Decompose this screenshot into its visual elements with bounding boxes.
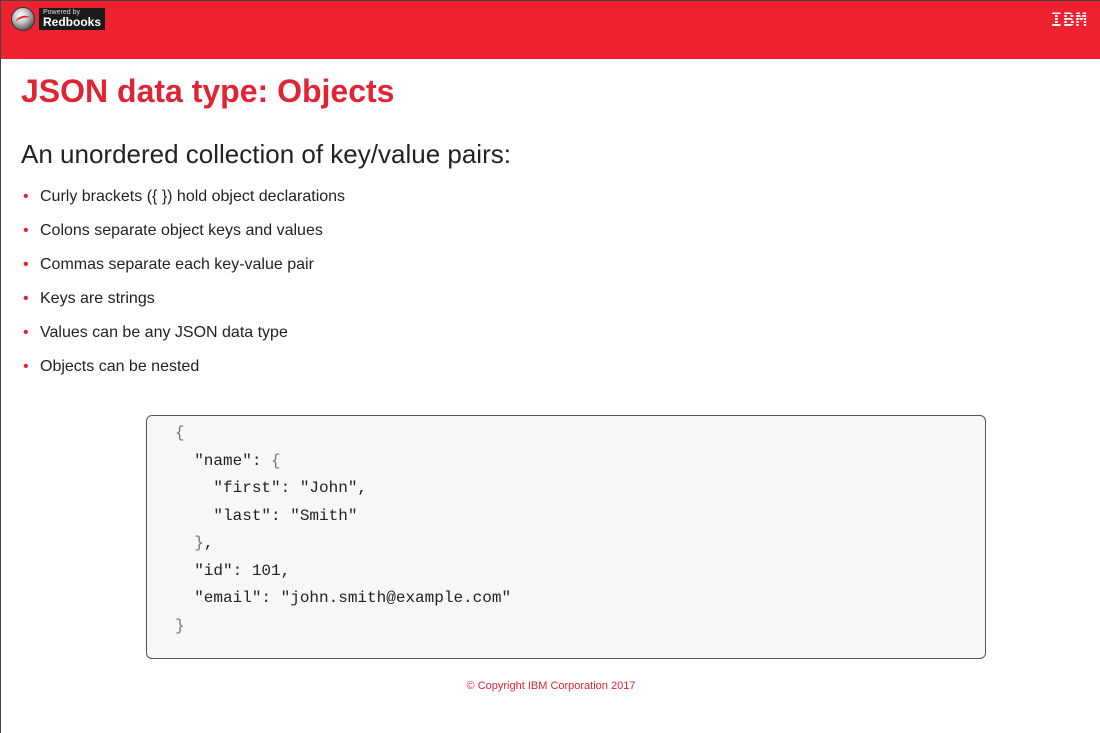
code-line: "email": "john.smith@example.com"	[175, 587, 985, 615]
bullet-item: • Values can be any JSON data type	[21, 323, 345, 357]
bullet-dot-icon: •	[23, 358, 29, 375]
bullet-dot-icon: •	[23, 222, 29, 239]
redbooks-wordmark: Powered by Redbooks	[39, 8, 106, 30]
bullet-text: Commas separate each key-value pair	[40, 256, 314, 273]
bullet-dot-icon: •	[23, 290, 29, 307]
bullet-item: • Curly brackets ({ }) hold object declar…	[21, 187, 345, 221]
ibm-logo: IBM	[1050, 9, 1088, 31]
code-text: "last": "Smith"	[213, 506, 358, 525]
code-brace: }	[194, 534, 204, 552]
bullet-text: Objects can be nested	[40, 358, 200, 375]
bullet-item: • Keys are strings	[21, 289, 345, 323]
bullet-text: Values can be any JSON data type	[40, 324, 288, 341]
code-line: },	[175, 532, 985, 560]
code-brace: {	[175, 424, 185, 442]
code-brace: }	[175, 616, 185, 635]
logo-redbooks: Redbooks	[43, 15, 102, 29]
code-line: "first": "John",	[175, 477, 985, 505]
bullet-text: Colons separate object keys and values	[40, 222, 323, 239]
bullet-text: Keys are strings	[40, 290, 155, 307]
json-code-example: { "name": { "first": "John", "last": "Sm…	[146, 415, 986, 659]
bullet-item: • Colons separate object keys and values	[21, 221, 345, 255]
code-text: "name":	[194, 451, 272, 470]
redbooks-logo: Powered by Redbooks	[11, 7, 106, 31]
header-bar: Powered by Redbooks IBM	[1, 1, 1100, 59]
slide-title: JSON data type: Objects	[21, 73, 395, 109]
copyright-footer: © Copyright IBM Corporation 2017	[466, 680, 636, 692]
bullet-dot-icon: •	[23, 324, 29, 341]
code-line: {	[175, 422, 985, 450]
code-line: "last": "Smith"	[175, 505, 985, 533]
code-text: "id": 101,	[194, 561, 291, 580]
bullet-text: Curly brackets ({ }) hold object declara…	[40, 188, 346, 205]
code-line: }	[175, 615, 985, 643]
bullet-item: • Objects can be nested	[21, 357, 345, 391]
redbooks-globe-icon	[11, 7, 35, 31]
bullet-list: • Curly brackets ({ }) hold object declar…	[21, 187, 345, 391]
code-text: "email": "john.smith@example.com"	[194, 589, 512, 607]
slide-subtitle: An unordered collection of key/value pai…	[21, 139, 511, 169]
bullet-dot-icon: •	[23, 188, 29, 205]
bullet-item: • Commas separate each key-value pair	[21, 255, 345, 289]
code-text: ,	[203, 534, 214, 552]
code-text: "first": "John",	[213, 479, 368, 497]
bullet-dot-icon: •	[23, 256, 29, 273]
code-line: "id": 101,	[175, 560, 985, 588]
slide: Powered by Redbooks IBM JSON data type: …	[0, 0, 1100, 733]
code-line: "name": {	[175, 450, 985, 478]
code-brace: {	[271, 451, 281, 470]
